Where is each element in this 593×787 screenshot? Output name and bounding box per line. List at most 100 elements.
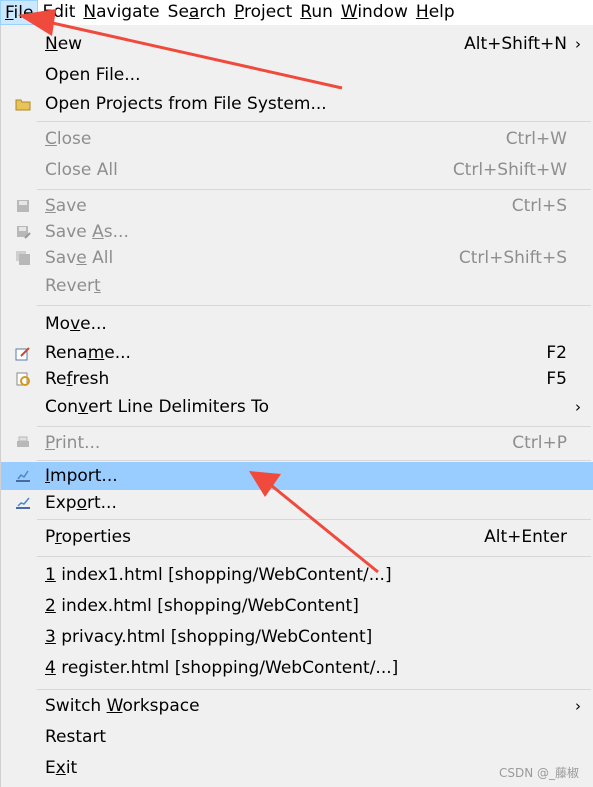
menu-item-export[interactable]: Export... [1, 489, 593, 517]
save-icon [15, 198, 33, 216]
menu-separator [37, 460, 591, 461]
menu-separator [37, 426, 591, 427]
menu-item-rename[interactable]: Rename... F2 [1, 340, 593, 366]
menu-run[interactable]: Run [296, 0, 337, 25]
menu-item-label: New [45, 34, 82, 54]
menu-item-recent-3[interactable]: 3 privacy.html [shopping/WebContent] [1, 622, 593, 652]
label-text: lose [56, 129, 92, 149]
menu-item-label: Convert Line Delimiters To [45, 397, 269, 417]
folder-icon [15, 96, 33, 114]
menu-edit[interactable]: Edit [38, 0, 79, 25]
menu-separator [37, 689, 591, 690]
label-text: Open File... [45, 65, 141, 85]
label-text: e... [104, 343, 131, 363]
menu-item-label: Save As... [45, 222, 129, 242]
mnemonic-char: v [78, 397, 89, 417]
menu-item-move[interactable]: Move... [1, 310, 593, 338]
submenu-arrow-icon: › [575, 35, 581, 53]
shortcut-label: Ctrl+W [505, 129, 567, 149]
menu-bar: File Edit Navigate Search Project Run Wi… [0, 0, 593, 25]
mnemonic-char: S [45, 196, 56, 216]
file-menu-dropdown: New Alt+Shift+N › Open File... Open Projects… [0, 25, 593, 787]
menu-item-close: Close Ctrl+W [1, 125, 593, 153]
label-text: Save [45, 222, 93, 242]
menu-item-open-projects[interactable]: Open Projects from File System... [1, 90, 593, 118]
mnemonic-char: m [87, 343, 105, 363]
menu-item-recent-2[interactable]: 2 index.html [shopping/WebContent] [1, 591, 593, 621]
label-text: rt... [87, 493, 117, 513]
menu-navigate[interactable]: Navigate [79, 0, 163, 25]
menu-item-refresh[interactable]: Refresh F5 [1, 366, 593, 392]
save-all-icon [15, 250, 33, 268]
label-text: orkspace [122, 696, 200, 716]
mnemonic-char: P [45, 433, 55, 453]
mnemonic-char: 1 [45, 565, 56, 585]
mnemonic-char: 3 [45, 627, 56, 647]
menu-item-label: Open File... [45, 65, 140, 85]
label-text: Rever [45, 276, 95, 296]
menu-separator [37, 121, 591, 122]
menu-item-recent-4[interactable]: 4 register.html [shopping/WebContent/...… [1, 653, 593, 683]
label-text: e... [80, 314, 107, 334]
label-text: Open Projects from File System... [45, 94, 327, 114]
label-text: privacy.html [shopping/WebContent] [55, 627, 373, 647]
menu-window[interactable]: Window [337, 0, 412, 25]
label-text: index1.html [shopping/WebContent/...] [55, 565, 392, 585]
watermark: CSDN @_藤椒 [498, 766, 579, 780]
menu-item-label: Close All [45, 160, 118, 180]
menu-item-label: Open Projects from File System... [45, 94, 327, 114]
menu-item-save-all: Save All Ctrl+Shift+S [1, 245, 593, 271]
menu-item-new[interactable]: New Alt+Shift+N › [1, 30, 593, 58]
label-text: Sav [45, 248, 77, 268]
menu-item-switch-workspace[interactable]: Switch Workspace › [1, 692, 593, 720]
import-icon [15, 468, 33, 486]
menu-item-label: Import... [45, 466, 118, 486]
label-text: E [45, 758, 56, 778]
menu-item-label: Properties [45, 527, 131, 547]
menu-file[interactable]: File [0, 0, 39, 25]
menu-separator [37, 519, 591, 520]
export-icon [15, 495, 33, 513]
menu-item-label: Close [45, 129, 91, 149]
mnemonic-char: t [94, 276, 101, 296]
menu-item-label: 4 register.html [shopping/WebContent/...… [45, 658, 398, 678]
refresh-icon [15, 371, 33, 389]
menu-item-properties[interactable]: Properties Alt+Enter [1, 523, 593, 551]
submenu-arrow-icon: › [575, 697, 581, 715]
mnemonic-char: A [92, 222, 104, 242]
menu-item-label: Move... [45, 314, 107, 334]
mnemonic-char: 4 [45, 658, 56, 678]
menu-item-open-file[interactable]: Open File... [1, 61, 593, 89]
menu-project[interactable]: Project [230, 0, 296, 25]
mnemonic-char: o [76, 493, 87, 513]
shortcut-label: Ctrl+Shift+W [452, 160, 567, 180]
label-text: mport... [50, 466, 118, 486]
menu-item-convert[interactable]: Convert Line Delimiters To › [1, 393, 593, 421]
menu-item-label: Exit [45, 758, 77, 778]
label-text: Con [45, 397, 79, 417]
label-text: ert Line Delimiters To [88, 397, 270, 417]
label-text: Re [45, 369, 67, 389]
menu-item-save-as: Save As... [1, 219, 593, 245]
menu-item-label: Print... [45, 433, 100, 453]
menu-item-restart[interactable]: Restart [1, 723, 593, 751]
shortcut-label: Alt+Enter [484, 527, 567, 547]
label-text: it [65, 758, 78, 778]
menu-search[interactable]: Search [164, 0, 230, 25]
menu-item-label: Rename... [45, 343, 131, 363]
mnemonic-char: W [106, 696, 123, 716]
label-text: ave [55, 196, 87, 216]
shortcut-label: F2 [546, 343, 567, 363]
menu-separator [37, 189, 591, 190]
menu-help[interactable]: Help [412, 0, 459, 25]
mnemonic-char: v [70, 314, 81, 334]
menu-item-label: Refresh [45, 369, 109, 389]
menu-item-recent-1[interactable]: 1 index1.html [shopping/WebContent/...] [1, 560, 593, 590]
label-text: s... [103, 222, 129, 242]
menu-item-import[interactable]: Import... [1, 462, 593, 490]
menu-item-label: Save All [45, 248, 113, 268]
print-icon [15, 435, 33, 453]
menu-separator [37, 556, 591, 557]
shortcut-label: Ctrl+S [511, 196, 567, 216]
mnemonic-char: e [76, 248, 87, 268]
